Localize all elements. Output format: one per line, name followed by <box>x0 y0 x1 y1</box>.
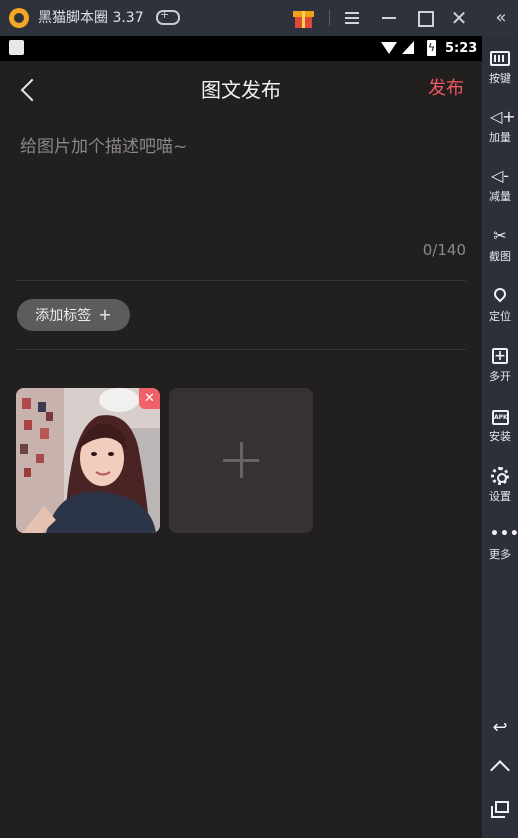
multi-instance-icon: + <box>492 348 508 364</box>
add-photo-button[interactable] <box>169 388 313 533</box>
add-tag-label: 添加标签 <box>35 308 92 324</box>
sidebar-item-label: 按键 <box>489 72 511 85</box>
photo-image <box>16 388 160 533</box>
gamepad-icon[interactable] <box>156 8 180 25</box>
emulator-title: 黑猫脚本圈 3.37 <box>38 10 144 26</box>
publish-button[interactable]: 发布 <box>428 77 464 101</box>
char-counter: 0/140 <box>422 241 466 259</box>
plus-icon: + <box>98 305 112 324</box>
sidebar-item-settings[interactable]: 设置 <box>482 466 518 516</box>
page-title: 图文发布 <box>201 78 281 102</box>
sidebar-item-install[interactable]: APK 安装 <box>482 406 518 456</box>
sidebar-item-label: 设置 <box>489 490 511 503</box>
close-button[interactable]: ✕ <box>447 6 471 30</box>
app-logo-icon <box>9 8 29 28</box>
sidebar-item-keymap[interactable]: 按键 <box>482 48 518 98</box>
sidebar-item-label: 安装 <box>489 430 511 443</box>
more-dots-icon: ••• <box>490 526 518 542</box>
sidebar-item-volume-down[interactable]: ◁- 减量 <box>482 166 518 216</box>
android-back-icon[interactable]: ↩ <box>490 718 510 738</box>
sidebar-item-label: 更多 <box>489 548 511 561</box>
minimize-button[interactable] <box>377 6 401 30</box>
sidebar-item-label: 减量 <box>489 190 511 203</box>
scissors-icon: ✂ <box>493 226 507 245</box>
menu-button[interactable] <box>340 6 364 30</box>
sidebar-item-more[interactable]: ••• 更多 <box>482 524 518 574</box>
publish-post-screen: 图文发布 发布 给图片加个描述吧喵~ 0/140 添加标签 + ✕ <box>0 61 482 838</box>
gear-icon <box>491 467 509 485</box>
signal-icon <box>402 41 414 54</box>
status-time: 5:23 <box>445 41 478 56</box>
collapse-sidebar-button[interactable]: « <box>489 6 513 30</box>
sidebar-item-multi-instance[interactable]: + 多开 <box>482 346 518 396</box>
divider <box>16 280 466 281</box>
apk-install-icon: APK <box>492 410 509 425</box>
android-status-bar: 5:23 <box>0 36 482 61</box>
volume-up-icon: ◁+ <box>490 107 516 126</box>
divider <box>16 349 466 350</box>
description-input[interactable]: 给图片加个描述吧喵~ <box>20 135 466 159</box>
add-tag-button[interactable]: 添加标签 + <box>17 299 130 331</box>
volume-down-icon: ◁- <box>490 166 510 185</box>
emulator-title-bar: 黑猫脚本圈 3.37 ✕ « <box>0 0 518 36</box>
remove-photo-button[interactable]: ✕ <box>139 388 160 409</box>
notification-icon <box>9 40 24 55</box>
sidebar-item-label: 定位 <box>489 310 511 323</box>
gift-icon[interactable] <box>293 8 314 28</box>
maximize-button[interactable] <box>412 6 436 30</box>
battery-charging-icon <box>427 40 436 56</box>
sidebar-item-screenshot[interactable]: ✂ 截图 <box>482 226 518 276</box>
sidebar-item-volume-up[interactable]: ◁+ 加量 <box>482 107 518 157</box>
sidebar-item-label: 加量 <box>489 131 511 144</box>
sidebar-item-location[interactable]: 定位 <box>482 285 518 336</box>
emulator-sidebar: 按键 ◁+ 加量 ◁- 减量 ✂ 截图 定位 + 多开 APK 安装 设置 ••… <box>482 36 518 838</box>
location-pin-icon <box>491 285 509 303</box>
android-home-icon[interactable] <box>490 760 510 780</box>
title-bar-divider <box>329 10 330 26</box>
sidebar-item-label: 截图 <box>489 250 511 263</box>
wifi-icon <box>381 42 397 54</box>
sidebar-item-label: 多开 <box>489 370 511 383</box>
keyboard-icon <box>490 51 510 66</box>
android-recents-icon[interactable] <box>491 801 509 818</box>
photo-thumbnail[interactable]: ✕ <box>16 388 160 533</box>
